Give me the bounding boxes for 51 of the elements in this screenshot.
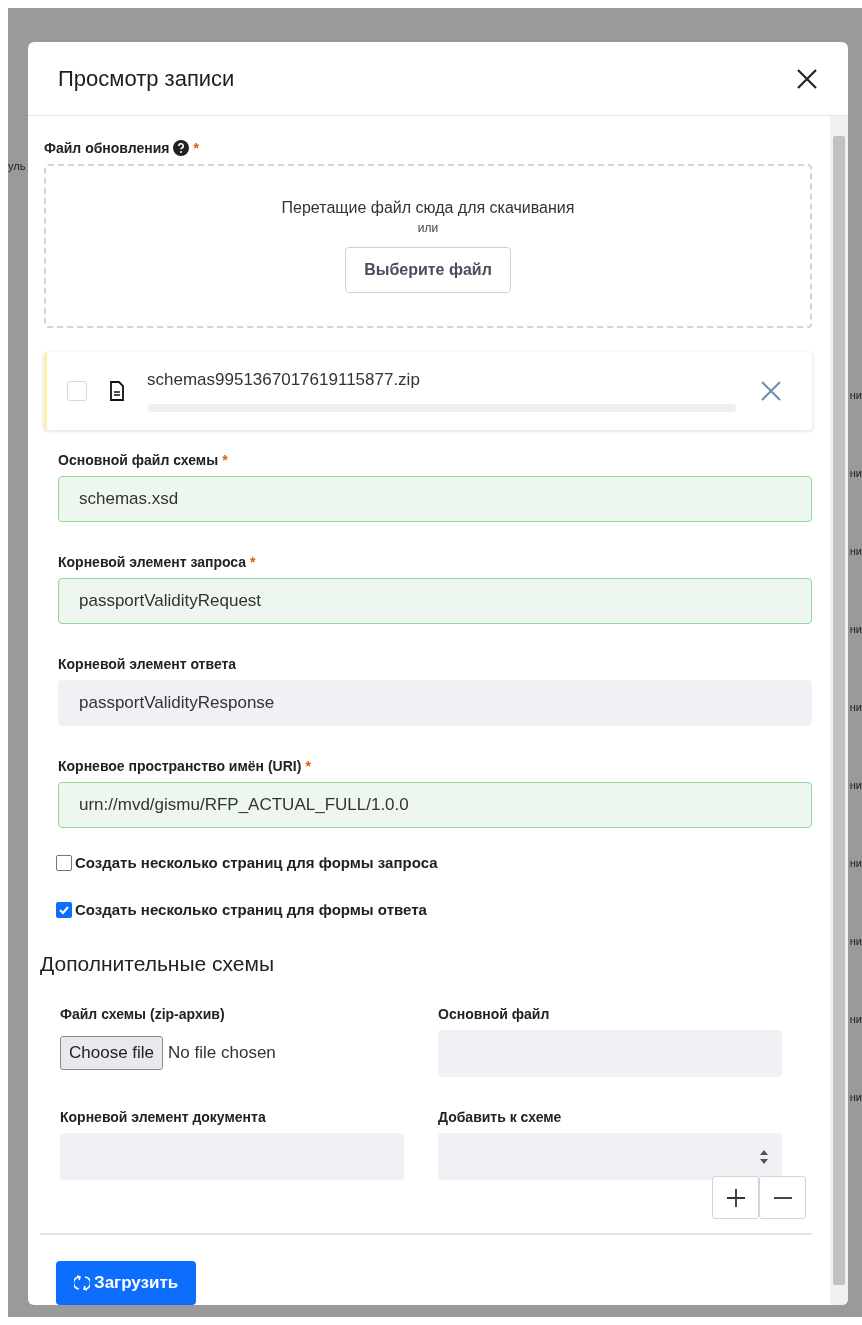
text-field[interactable]: schemas.xsd [58,476,812,523]
document-icon [109,381,125,402]
field-label: Корневое пространство имён (URI) [58,758,302,775]
drop-text: Перетащие файл сюда для скачивания [281,199,575,218]
sort-arrows-icon [760,1149,768,1164]
upload-button[interactable]: Загрузить [56,1261,197,1305]
plus-icon [725,1187,746,1208]
text-field[interactable]: urn://mvd/gismu/RFP_ACTUAL_FULL/1.0.0 [58,782,812,829]
checkbox-label: Создать несколько страниц для формы ответа [75,901,427,919]
drop-zone[interactable]: Перетащие файл сюда для скачивания или Выберите файл [44,164,812,329]
minus-icon [772,1196,793,1199]
field-label: Корневой элемент ответа [58,656,237,673]
field-label: Корневой элемент запроса [58,554,247,571]
field-label: Основной файл [438,1006,551,1023]
refresh-icon [74,1274,90,1293]
table-cell: ни [849,466,862,480]
required-mark: * [250,554,256,571]
required-mark: * [193,140,199,156]
required-mark: * [222,452,228,469]
choose-file-button[interactable]: Choose file [60,1036,164,1071]
section-heading: Дополнительные схемы [40,952,276,977]
table-cell: ни [849,934,862,948]
help-icon [173,140,190,156]
table-cell: ни [849,856,862,870]
select-field[interactable] [438,1133,782,1181]
choose-file-button[interactable]: Выберите файл [345,247,511,294]
field-label: Корневой элемент документа [60,1109,267,1126]
or-text: или [417,221,439,236]
table-cell: ни [849,1090,862,1104]
field-label: Файл схемы (zip-архив) [60,1006,226,1023]
scrollbar[interactable] [830,116,848,1305]
checkbox[interactable] [56,901,72,918]
checkbox-label: Создать несколько страниц для формы запроса [75,854,438,872]
dialog-title: Просмотр записи [58,65,235,92]
text-field[interactable]: passportValidityRequest [58,578,812,625]
table-cell: ни [849,388,862,402]
add-button[interactable] [712,1176,759,1220]
table-cell: ни [849,544,862,558]
table-cell: ни [849,622,862,636]
field-label: Файл обновления [44,140,170,156]
table-cell: ни [849,700,862,714]
text-field[interactable]: passportValidityResponse [58,680,812,727]
field-label: Добавить к схеме [438,1109,563,1126]
checkbox[interactable] [56,854,72,871]
table-cell: уль [8,160,26,172]
file-status: No file chosen [168,1043,276,1064]
required-mark: * [305,758,311,775]
field-label: Основной файл схемы [58,452,219,469]
file-name: schemas9951367017619115877.zip [147,370,421,391]
table-cell: ни [849,1012,862,1026]
table-cell: ни [849,778,862,792]
